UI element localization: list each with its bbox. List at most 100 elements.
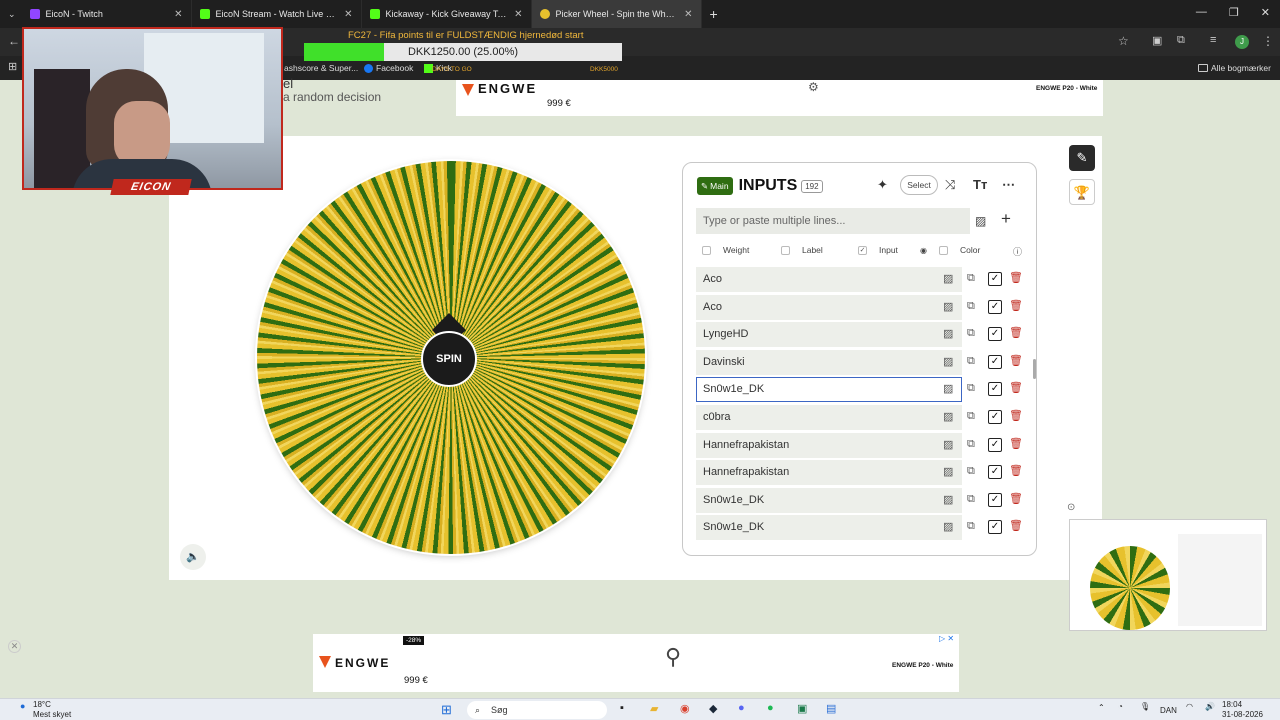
- discord-icon[interactable]: ●: [738, 702, 745, 714]
- entry-input[interactable]: Sn0w1e_DK: [696, 515, 962, 541]
- image-icon[interactable]: ▨: [943, 300, 953, 313]
- spin-button[interactable]: SPIN: [421, 331, 477, 387]
- spotify-icon[interactable]: ●: [767, 702, 774, 714]
- tab-kick-stream[interactable]: EicoN Stream - Watch Live on K ✕: [192, 0, 362, 28]
- volume-icon[interactable]: 🔊: [1205, 702, 1215, 711]
- obs-app-icon[interactable]: ▣: [797, 702, 807, 715]
- tab-twitch[interactable]: EicoN - Twitch ✕: [22, 0, 192, 28]
- image-icon[interactable]: ▨: [943, 327, 953, 340]
- apps-grid-icon[interactable]: ⊞: [8, 60, 17, 73]
- tab-search-menu-icon[interactable]: ≡: [1210, 34, 1216, 46]
- language-indicator[interactable]: DAN: [1160, 706, 1177, 715]
- weather-icon[interactable]: ●: [20, 701, 25, 711]
- image-icon[interactable]: ▨: [943, 520, 953, 533]
- entry-checkbox[interactable]: ✓: [988, 492, 1002, 507]
- entry-input[interactable]: Aco: [696, 267, 962, 292]
- label-column[interactable]: Label: [781, 245, 823, 255]
- entry-input[interactable]: Hannefrapakistan: [696, 432, 962, 458]
- entry-input[interactable]: Sn0w1e_DK: [696, 487, 962, 513]
- ad-banner-top[interactable]: ENGWE 999 € ⚙ ENGWE P20 - White: [456, 80, 1103, 116]
- back-icon[interactable]: ←: [8, 34, 20, 48]
- panel-scrollbar[interactable]: [1033, 359, 1036, 379]
- delete-icon[interactable]: 🗑: [1009, 464, 1023, 477]
- bookmark-facebook[interactable]: Facebook: [364, 63, 413, 73]
- duplicate-icon[interactable]: ⧉: [967, 520, 975, 533]
- entry-checkbox[interactable]: ✓: [988, 465, 1002, 480]
- input-checkbox[interactable]: ✓: [858, 245, 867, 255]
- extension-icon[interactable]: ▣: [1152, 34, 1162, 47]
- weight-column[interactable]: Weight: [702, 245, 749, 255]
- entry-input[interactable]: Sn0w1e_DK: [696, 377, 962, 403]
- ad-banner-bottom[interactable]: -28% ENGWE 999 € ⚲ ENGWE P20 - White ▷ ✕: [313, 634, 959, 692]
- close-window-icon[interactable]: ✕: [1261, 6, 1270, 19]
- entry-checkbox[interactable]: ✓: [988, 520, 1002, 535]
- bookmark-star-icon[interactable]: ☆: [1118, 34, 1129, 48]
- more-options-icon[interactable]: ⋯: [1002, 177, 1015, 193]
- delete-icon[interactable]: 🗑: [1009, 354, 1023, 367]
- image-icon[interactable]: ▨: [943, 272, 953, 285]
- duplicate-icon[interactable]: ⧉: [967, 382, 975, 395]
- delete-icon[interactable]: 🗑: [1009, 409, 1023, 422]
- image-icon[interactable]: ▨: [943, 382, 953, 395]
- info-icon[interactable]: ⊙: [1067, 502, 1075, 513]
- edit-mode-icon[interactable]: ✎: [1069, 145, 1095, 171]
- delete-icon[interactable]: 🗑: [1009, 299, 1023, 312]
- chrome-icon[interactable]: ◉: [680, 702, 690, 715]
- entry-input[interactable]: LyngeHD: [696, 322, 962, 348]
- windows-start-icon[interactable]: ⊞: [441, 702, 452, 718]
- entry-checkbox[interactable]: ✓: [988, 327, 1002, 342]
- close-tab-icon[interactable]: ✕: [344, 9, 352, 20]
- clock-date[interactable]: 31-08-2026: [1222, 710, 1263, 719]
- image-icon[interactable]: ▨: [943, 465, 953, 478]
- entry-checkbox[interactable]: ✓: [988, 409, 1002, 424]
- magic-wand-icon[interactable]: ✦: [877, 177, 888, 193]
- close-tab-icon[interactable]: ✕: [684, 9, 692, 20]
- delete-icon[interactable]: 🗑: [1009, 381, 1023, 394]
- steam-icon[interactable]: ◆: [709, 702, 717, 715]
- weather-temp[interactable]: 18°C: [33, 700, 51, 709]
- wifi-icon[interactable]: ◠: [1186, 702, 1193, 711]
- entry-input[interactable]: Davinski: [696, 349, 962, 375]
- close-ad-icon[interactable]: ✕: [8, 640, 21, 653]
- delete-icon[interactable]: 🗑: [1009, 492, 1023, 505]
- select-button[interactable]: Select: [900, 175, 938, 195]
- close-tab-icon[interactable]: ✕: [174, 9, 182, 20]
- sound-toggle-icon[interactable]: 🔈: [180, 544, 206, 570]
- duplicate-icon[interactable]: ⧉: [967, 465, 975, 478]
- image-icon[interactable]: ▨: [943, 438, 953, 451]
- close-tab-icon[interactable]: ✕: [514, 9, 522, 20]
- taskbar-search[interactable]: ⌕ Søg: [467, 701, 607, 719]
- main-tab[interactable]: ✎ Main: [697, 177, 733, 195]
- menu-dots-icon[interactable]: ⋮: [1262, 34, 1274, 48]
- maximize-icon[interactable]: ❐: [1229, 6, 1239, 19]
- adchoices-icon[interactable]: ▷ ✕: [939, 634, 954, 643]
- delete-icon[interactable]: 🗑: [1009, 519, 1023, 532]
- minimize-icon[interactable]: —: [1196, 6, 1207, 19]
- image-icon[interactable]: ▨: [943, 410, 953, 423]
- paste-lines-input[interactable]: [696, 208, 970, 234]
- notes-icon[interactable]: ▤: [826, 702, 836, 715]
- color-checkbox[interactable]: [938, 245, 948, 255]
- profile-avatar[interactable]: J: [1235, 35, 1249, 49]
- entry-checkbox[interactable]: ✓: [988, 354, 1002, 369]
- bookmark-item[interactable]: ashscore & Super...: [284, 63, 358, 73]
- tab-picker-wheel[interactable]: Picker Wheel - Spin the Wheel t ✕: [531, 0, 702, 28]
- puzzle-icon[interactable]: ⧉: [1177, 34, 1185, 47]
- entry-checkbox[interactable]: ✓: [988, 437, 1002, 452]
- image-icon[interactable]: ▨: [975, 214, 986, 228]
- shuffle-icon[interactable]: ⤨: [945, 177, 955, 193]
- delete-icon[interactable]: 🗑: [1009, 271, 1023, 284]
- add-entry-icon[interactable]: +: [1001, 209, 1011, 229]
- task-view-icon[interactable]: ▪: [620, 702, 624, 714]
- clock-time[interactable]: 18:04: [1222, 700, 1242, 709]
- entry-input[interactable]: c0bra: [696, 404, 962, 430]
- entry-input[interactable]: Aco: [696, 294, 962, 320]
- new-tab-button[interactable]: +: [710, 6, 718, 22]
- text-size-icon[interactable]: Tт: [973, 177, 987, 192]
- image-icon[interactable]: ▨: [943, 355, 953, 368]
- mic-icon[interactable]: 🎙: [1140, 702, 1150, 711]
- tab-search-icon[interactable]: ⌄: [8, 9, 16, 20]
- weight-checkbox[interactable]: [702, 245, 711, 255]
- duplicate-icon[interactable]: ⧉: [967, 272, 975, 285]
- delete-icon[interactable]: 🗑: [1009, 437, 1023, 450]
